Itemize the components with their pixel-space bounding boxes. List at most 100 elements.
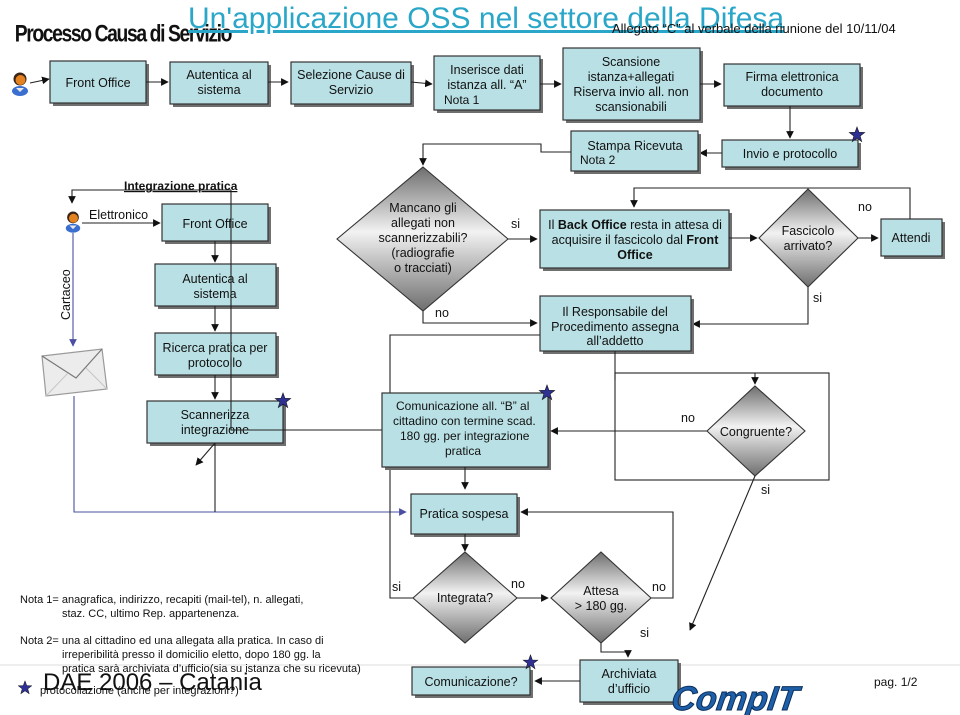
svg-text:Pratica sospesa: Pratica sospesa (420, 507, 509, 521)
node-back-office[interactable]: Il Back Office resta in attesa di acquis… (539, 209, 732, 271)
svg-text:Office: Office (617, 248, 652, 262)
svg-text:scansionabili: scansionabili (595, 100, 667, 114)
node-comunicazione[interactable]: Comunicazione? (411, 666, 533, 698)
connector (751, 372, 829, 385)
svg-text:Mancano gli: Mancano gli (389, 201, 456, 215)
edge-label-si: si (813, 291, 822, 305)
connector (600, 643, 632, 658)
nota2-line1: Nota 2= una al cittadino ed una allegata… (20, 635, 324, 647)
svg-text:istanza all. “A”: istanza all. “A” (447, 78, 526, 92)
star-legend: protocollazione (anche per integrazioni?… (40, 685, 239, 697)
svg-text:Integrata?: Integrata? (437, 591, 493, 605)
decision-attesa[interactable]: Attesa > 180 gg. (550, 551, 652, 644)
svg-text:sistema: sistema (193, 287, 236, 301)
decision-fascicolo[interactable]: Fascicolo arrivato? (758, 188, 859, 288)
node-ricerca[interactable]: Ricerca pratica per protocollo (154, 332, 279, 378)
svg-text:arrivato?: arrivato? (784, 239, 833, 253)
node-autentica-int[interactable]: Autentica al sistema (154, 263, 279, 309)
node-front-office-int[interactable]: Front Office (161, 203, 271, 244)
header: Processo Causa di Servizio Un'applicazio… (15, 2, 896, 47)
edge-label-no: no (435, 306, 449, 320)
node-scannerizza[interactable]: Scannerizza integrazione (146, 400, 286, 446)
star-icon (17, 680, 33, 695)
svg-text:Riserva invio all. non: Riserva invio all. non (573, 85, 688, 99)
svg-text:Nota 1: Nota 1 (444, 93, 480, 107)
node-archiviata[interactable]: Archiviata d’ufficio (579, 659, 681, 705)
svg-text:scannerizzabili?: scannerizzabili? (379, 231, 468, 245)
svg-text:Il Back Office resta in attesa: Il Back Office resta in attesa di (548, 218, 722, 232)
svg-text:Stampa Ricevuta: Stampa Ricevuta (587, 139, 682, 153)
svg-text:Nota 2: Nota 2 (580, 153, 616, 167)
arrow (195, 442, 216, 466)
node-scansione[interactable]: Scansione istanza+allegati Riserva invio… (562, 47, 703, 123)
star-icon (848, 126, 866, 142)
node-inserisce[interactable]: Inserisce dati istanza all. “A” Nota 1 (433, 55, 543, 113)
subtitle: Allegato “C” al verbale della riunione d… (612, 21, 896, 36)
svg-text:sistema: sistema (197, 83, 240, 97)
svg-text:documento: documento (761, 85, 823, 99)
node-autentica-top[interactable]: Autentica al sistema (169, 61, 271, 107)
svg-text:all’addetto: all’addetto (587, 334, 644, 348)
svg-text:Archiviata: Archiviata (602, 667, 657, 681)
svg-text:acquisire il fascicolo dal Fro: acquisire il fascicolo dal Front (552, 233, 720, 247)
edge-label-si: si (761, 483, 770, 497)
decision-congruente[interactable]: Congruente? (706, 385, 806, 477)
node-comunicazione-b[interactable]: Comunicazione all. “B” al cittadino con … (381, 392, 551, 470)
flowchart-canvas: Processo Causa di Servizio Un'applicazio… (0, 2, 960, 715)
svg-text:Attesa: Attesa (583, 584, 618, 598)
svg-text:Comunicazione all. “B” al: Comunicazione all. “B” al (396, 399, 529, 413)
edge-label-si: si (511, 217, 520, 231)
nota1-line2: staz. CC, ultimo Rep. appartenenza. (62, 608, 239, 620)
svg-text:Procedimento assegna: Procedimento assegna (551, 320, 679, 334)
node-responsabile[interactable]: Il Responsabile del Procedimento assegna… (539, 295, 694, 354)
decision-integrata[interactable]: Integrata? (412, 551, 518, 644)
edge-label-no: no (858, 200, 872, 214)
svg-text:Scannerizza: Scannerizza (181, 408, 250, 422)
edge-label-no: no (511, 577, 525, 591)
page-number: pag. 1/2 (874, 675, 918, 689)
nota1-line1: Nota 1= anagrafica, indirizzo, recapiti … (20, 594, 303, 606)
notes: Nota 1= anagrafica, indirizzo, recapiti … (20, 594, 361, 675)
svg-text:Autentica al: Autentica al (182, 272, 247, 286)
svg-text:cittadino con termine scad.: cittadino con termine scad. (393, 414, 536, 428)
svg-text:o tracciati): o tracciati) (394, 261, 452, 275)
node-pratica-sospesa[interactable]: Pratica sospesa (410, 493, 520, 537)
node-invio-protocollo[interactable]: Invio e protocollo (721, 139, 861, 170)
envelope-icon (41, 348, 108, 397)
decision-mancano[interactable]: Mancano gli allegati non scannerizzabili… (336, 166, 509, 312)
node-stampa-ricevuta[interactable]: Stampa Ricevuta Nota 2 (570, 130, 701, 174)
svg-text:> 180 gg.: > 180 gg. (575, 599, 627, 613)
svg-text:Comunicazione?: Comunicazione? (424, 675, 517, 689)
svg-text:allegati non: allegati non (391, 216, 455, 230)
connector (419, 143, 571, 166)
svg-text:d’ufficio: d’ufficio (608, 682, 650, 696)
svg-text:Fascicolo: Fascicolo (782, 224, 835, 238)
svg-text:Selezione Cause di: Selezione Cause di (297, 68, 405, 82)
svg-text:Invio e protocollo: Invio e protocollo (743, 147, 838, 161)
svg-text:(radiografie: (radiografie (391, 246, 454, 260)
arrow (689, 475, 756, 631)
svg-text:180 gg. per integrazione: 180 gg. per integrazione (400, 429, 530, 443)
node-firma[interactable]: Firma elettronica documento (723, 63, 863, 109)
edge-label-si: si (640, 626, 649, 640)
svg-text:Inserisce dati: Inserisce dati (450, 63, 524, 77)
edge-label-si: si (392, 580, 401, 594)
svg-text:Servizio: Servizio (329, 83, 374, 97)
node-front-office-top[interactable]: Front Office (49, 60, 149, 106)
compit-logo: CompIT (669, 680, 804, 715)
arrow (29, 76, 50, 85)
node-selezione[interactable]: Selezione Cause di Servizio (290, 61, 414, 107)
connector (692, 287, 809, 328)
svg-text:Congruente?: Congruente? (720, 425, 792, 439)
svg-text:Ricerca pratica per: Ricerca pratica per (163, 341, 268, 355)
arrow (410, 79, 433, 88)
edge-label-no: no (652, 580, 666, 594)
svg-text:Attendi: Attendi (892, 231, 931, 245)
edge-label-no: no (681, 411, 695, 425)
svg-text:pratica: pratica (445, 444, 481, 458)
svg-text:Front Office: Front Office (65, 76, 130, 90)
elettronico-label: Elettronico (89, 208, 148, 222)
node-attendi[interactable]: Attendi (880, 218, 945, 259)
user-icon (65, 211, 81, 233)
svg-text:protocollo: protocollo (188, 356, 242, 370)
